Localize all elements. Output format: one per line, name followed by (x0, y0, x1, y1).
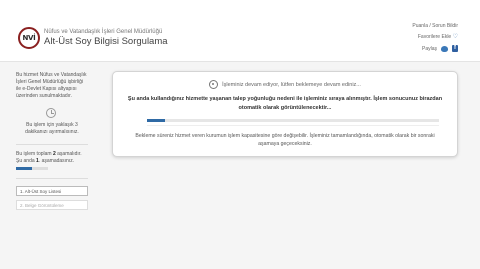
panel-divider (147, 125, 439, 126)
step-item-soy-listesi[interactable]: 1. Alt-Üst Soy Listesi (16, 186, 88, 196)
nvi-logo-icon[interactable]: NVİ (18, 27, 40, 49)
twitter-icon[interactable] (441, 45, 448, 52)
favorites-link[interactable]: Favorilere Ekle ♡ (412, 32, 458, 43)
busy-icon (209, 80, 219, 89)
steps-total-suffix: aşamalıdır. (55, 151, 82, 157)
header: NVİ Nüfus ve Vatandaşlık İşleri Genel Mü… (0, 0, 480, 62)
step-progress-fill (16, 167, 32, 170)
wait-time: Bu işlem için yaklaşık 3 dakikanızı ayır… (16, 122, 88, 145)
step-summary: Bu işlem toplam 2 aşamalıdır. Şu anda 1.… (16, 151, 88, 165)
favorites-label: Favorilere Ekle (417, 34, 452, 40)
sidebar-divider (16, 178, 88, 179)
sidebar: Bu hizmet Nüfus ve Vatandaşlık İşleri Ge… (16, 72, 88, 248)
steps-total-prefix: Bu işlem toplam (16, 151, 53, 157)
wait-note: Bekleme süreniz hizmet veren kurumun işl… (135, 133, 435, 147)
steps-current-suffix: . aşamadasınız. (38, 158, 75, 164)
service-title: Alt-Üst Soy Bilgisi Sorgulama (44, 36, 168, 47)
share-label: Paylaş (421, 45, 437, 52)
step-progress-bar (16, 167, 48, 170)
step-item-belge-goruntuleme: 2. Belge Görüntüleme (16, 200, 88, 210)
queue-message: Şu anda kullandığınız hizmette yaşanan t… (127, 96, 443, 111)
busy-text: İşleminiz devam ediyor, lütfen beklemeye… (222, 81, 361, 88)
facebook-icon[interactable]: f (452, 45, 458, 52)
status-panel: İşleminiz devam ediyor, lütfen beklemeye… (112, 71, 458, 157)
logo-text: NVİ (22, 34, 36, 42)
top-links: Puanla / Sorun Bildir Favorilere Ekle ♡ … (412, 21, 458, 54)
queue-progress-bar (147, 119, 439, 122)
busy-row: İşleminiz devam ediyor, lütfen beklemeye… (113, 80, 457, 89)
queue-progress-fill (147, 119, 165, 122)
heart-icon: ♡ (452, 34, 458, 40)
feedback-link[interactable]: Puanla / Sorun Bildir (412, 21, 458, 32)
org-name: Nüfus ve Vatandaşlık İşleri Genel Müdürl… (44, 29, 163, 35)
service-info: Bu hizmet Nüfus ve Vatandaşlık İşleri Ge… (16, 72, 87, 99)
steps-current-prefix: Şu anda (16, 158, 37, 164)
share-row: Paylaş f (412, 43, 458, 54)
clock-icon (46, 108, 56, 118)
